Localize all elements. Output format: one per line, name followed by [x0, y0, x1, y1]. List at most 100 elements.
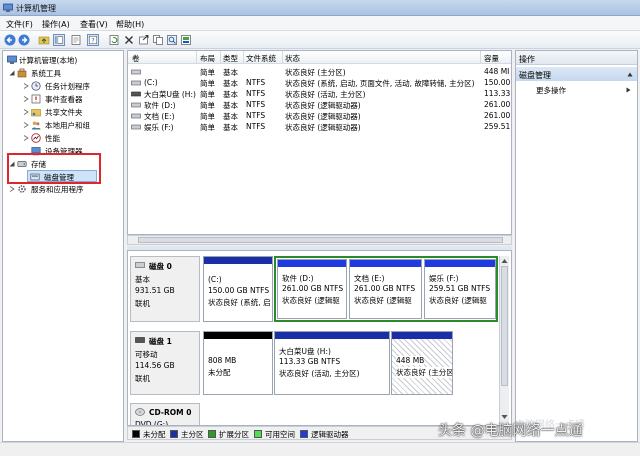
partition-e[interactable]: 文档 (E:) 261.00 GB NTFS 状态良好 (逻辑驱 [349, 259, 422, 319]
scroll-up-arrow-icon[interactable] [501, 258, 508, 264]
column-divider[interactable] [220, 51, 221, 64]
tree-item-performance[interactable]: 性能 [5, 132, 123, 144]
properties-icon[interactable] [70, 34, 82, 46]
expand-arrow-icon[interactable] [23, 109, 29, 115]
copy-icon[interactable] [152, 34, 164, 46]
cell-volume: 大白菜U盘 (H:) [144, 90, 196, 99]
menu-file[interactable]: 文件(F) [6, 19, 33, 30]
cdrom-0-label[interactable]: CD-ROM 0 DVD (G:) [130, 403, 200, 425]
table-row[interactable]: (C:) 简单 基本 NTFS 状态良好 (系统, 启动, 页面文件, 活动, … [128, 78, 511, 88]
tree-item-local-users[interactable]: 本地用户和组 [5, 119, 123, 131]
disk-1-label[interactable]: 磁盘 1 可移动 114.56 GB 联机 [130, 331, 200, 395]
expand-arrow-icon[interactable] [23, 83, 29, 89]
menu-view[interactable]: 查看(V) [80, 19, 108, 30]
drive-icon [131, 124, 141, 130]
table-row[interactable]: 大白菜U盘 (H:) 简单 基本 NTFS 状态良好 (活动, 主分区) 113… [128, 89, 511, 99]
computer-management-icon [7, 55, 17, 64]
partition-h[interactable]: 大白菜U盘 (H:) 113.33 GB NTFS 状态良好 (活动, 主分区) [274, 331, 390, 395]
expand-arrow-icon[interactable] [9, 186, 15, 192]
cell-filesystem: NTFS [246, 89, 266, 98]
scrollbar-thumb[interactable] [138, 237, 503, 243]
tree-item-services[interactable]: 服务和应用程序 [5, 183, 123, 195]
primary-partition-bar [275, 332, 389, 339]
tree-label-shared-folders: 共享文件夹 [45, 108, 83, 117]
cell-status: 状态良好 (系统, 启动, 页面文件, 活动, 故障转储, 主分区) [285, 79, 475, 88]
partition-size: 808 MB [208, 356, 237, 365]
collapse-arrow-icon[interactable] [9, 70, 15, 76]
cell-capacity: 261.00 [484, 100, 511, 109]
actions-disk-management[interactable]: 磁盘管理 [516, 67, 637, 81]
shared-folder-icon [31, 109, 41, 117]
show-hide-tree-icon[interactable] [53, 34, 65, 46]
table-row[interactable]: 简单 基本 状态良好 (主分区) 448 MI [128, 67, 511, 77]
legend-primary: 主分区 [181, 430, 204, 439]
table-row[interactable]: 软件 (D:) 简单 基本 NTFS 状态良好 (逻辑驱动器) 261.00 [128, 100, 511, 110]
col-header-status[interactable]: 状态 [285, 53, 300, 64]
col-header-filesystem[interactable]: 文件系统 [246, 53, 276, 64]
tree-item-task-scheduler[interactable]: 任务计划程序 [5, 80, 123, 92]
tree-label-performance: 性能 [45, 134, 60, 143]
legend-swatch-primary [170, 430, 178, 438]
tree-item-root[interactable]: 计算机管理(本地) [5, 54, 123, 66]
tree-item-system-tools[interactable]: 系统工具 [5, 67, 123, 79]
partition-448mb[interactable]: 448 MB 状态良好 (主分区) [391, 331, 453, 395]
legend-swatch-free [254, 430, 262, 438]
legend-logical: 逻辑驱动器 [311, 430, 349, 439]
search-disk-icon[interactable] [166, 34, 178, 46]
partition-size: 448 MB [396, 356, 425, 365]
menu-help[interactable]: 帮助(H) [116, 19, 144, 30]
disk-1-size: 114.56 GB [135, 361, 175, 370]
table-row[interactable]: 文档 (E:) 简单 基本 NTFS 状态良好 (逻辑驱动器) 261.00 [128, 111, 511, 121]
column-divider[interactable] [243, 51, 244, 64]
disk-graphical-view: 磁盘 0 基本 931.51 GB 联机 (C:) 150.00 GB NTFS… [127, 250, 512, 426]
expand-arrow-icon[interactable] [23, 96, 29, 102]
cell-type: 基本 [223, 101, 238, 110]
disk-icon [135, 262, 145, 268]
cell-filesystem: NTFS [246, 111, 266, 120]
tree-item-event-viewer[interactable]: 事件查看器 [5, 93, 123, 105]
partition-d[interactable]: 软件 (D:) 261.00 GB NTFS 状态良好 (逻辑驱 [277, 259, 347, 319]
disk-0-name: 磁盘 0 [149, 262, 172, 271]
column-divider[interactable] [196, 51, 197, 64]
col-header-type[interactable]: 类型 [223, 53, 238, 64]
col-header-volume[interactable]: 卷 [132, 53, 140, 64]
partition-f[interactable]: 娱乐 (F:) 259.51 GB NTFS 状态良好 (逻辑驱 [424, 259, 496, 319]
col-header-layout[interactable]: 布局 [200, 53, 215, 64]
horizontal-scrollbar[interactable] [127, 235, 512, 245]
disk-0-label[interactable]: 磁盘 0 基本 931.51 GB 联机 [130, 256, 200, 322]
forward-arrow-icon[interactable] [18, 34, 30, 46]
legend-swatch-extended [208, 430, 216, 438]
partition-size: 150.00 GB NTFS [208, 286, 270, 295]
column-divider[interactable] [282, 51, 283, 64]
scrollbar-thumb[interactable] [501, 266, 508, 386]
col-header-capacity[interactable]: 容量 [484, 53, 499, 64]
partition-c[interactable]: (C:) 150.00 GB NTFS 状态良好 (系统, 启 [203, 256, 273, 322]
submenu-arrow-icon[interactable] [626, 87, 631, 93]
partition-status: 状态良好 (活动, 主分区) [279, 369, 360, 378]
export-list-icon[interactable] [138, 34, 150, 46]
tree-label-services: 服务和应用程序 [31, 185, 84, 194]
back-arrow-icon[interactable] [4, 34, 16, 46]
column-divider[interactable] [480, 51, 481, 64]
view-options-icon[interactable] [180, 34, 192, 46]
vertical-scrollbar[interactable] [499, 256, 509, 424]
legend-unallocated: 未分配 [143, 430, 166, 439]
delete-icon[interactable] [123, 34, 135, 46]
table-row[interactable]: 娱乐 (F:) 简单 基本 NTFS 状态良好 (逻辑驱动器) 259.51 [128, 122, 511, 132]
disk-1-name: 磁盘 1 [149, 337, 172, 346]
partition-unallocated[interactable]: 808 MB 未分配 [203, 331, 273, 395]
refresh-icon[interactable] [108, 34, 120, 46]
help-icon[interactable]: ? [87, 34, 99, 46]
logical-drive-bar [350, 260, 421, 267]
extended-partition[interactable]: 软件 (D:) 261.00 GB NTFS 状态良好 (逻辑驱 文档 (E:)… [274, 256, 498, 322]
up-folder-icon[interactable] [38, 34, 50, 46]
collapse-triangle-icon[interactable] [627, 72, 633, 77]
window-title: 计算机管理 [16, 4, 56, 13]
cell-type: 基本 [223, 112, 238, 121]
expand-arrow-icon[interactable] [23, 135, 29, 141]
expand-arrow-icon[interactable] [23, 122, 29, 128]
partition-title: (C:) [208, 275, 222, 284]
tree-item-shared-folders[interactable]: 共享文件夹 [5, 106, 123, 118]
menu-action[interactable]: 操作(A) [42, 19, 70, 30]
more-actions-link[interactable]: 更多操作 [536, 85, 566, 96]
